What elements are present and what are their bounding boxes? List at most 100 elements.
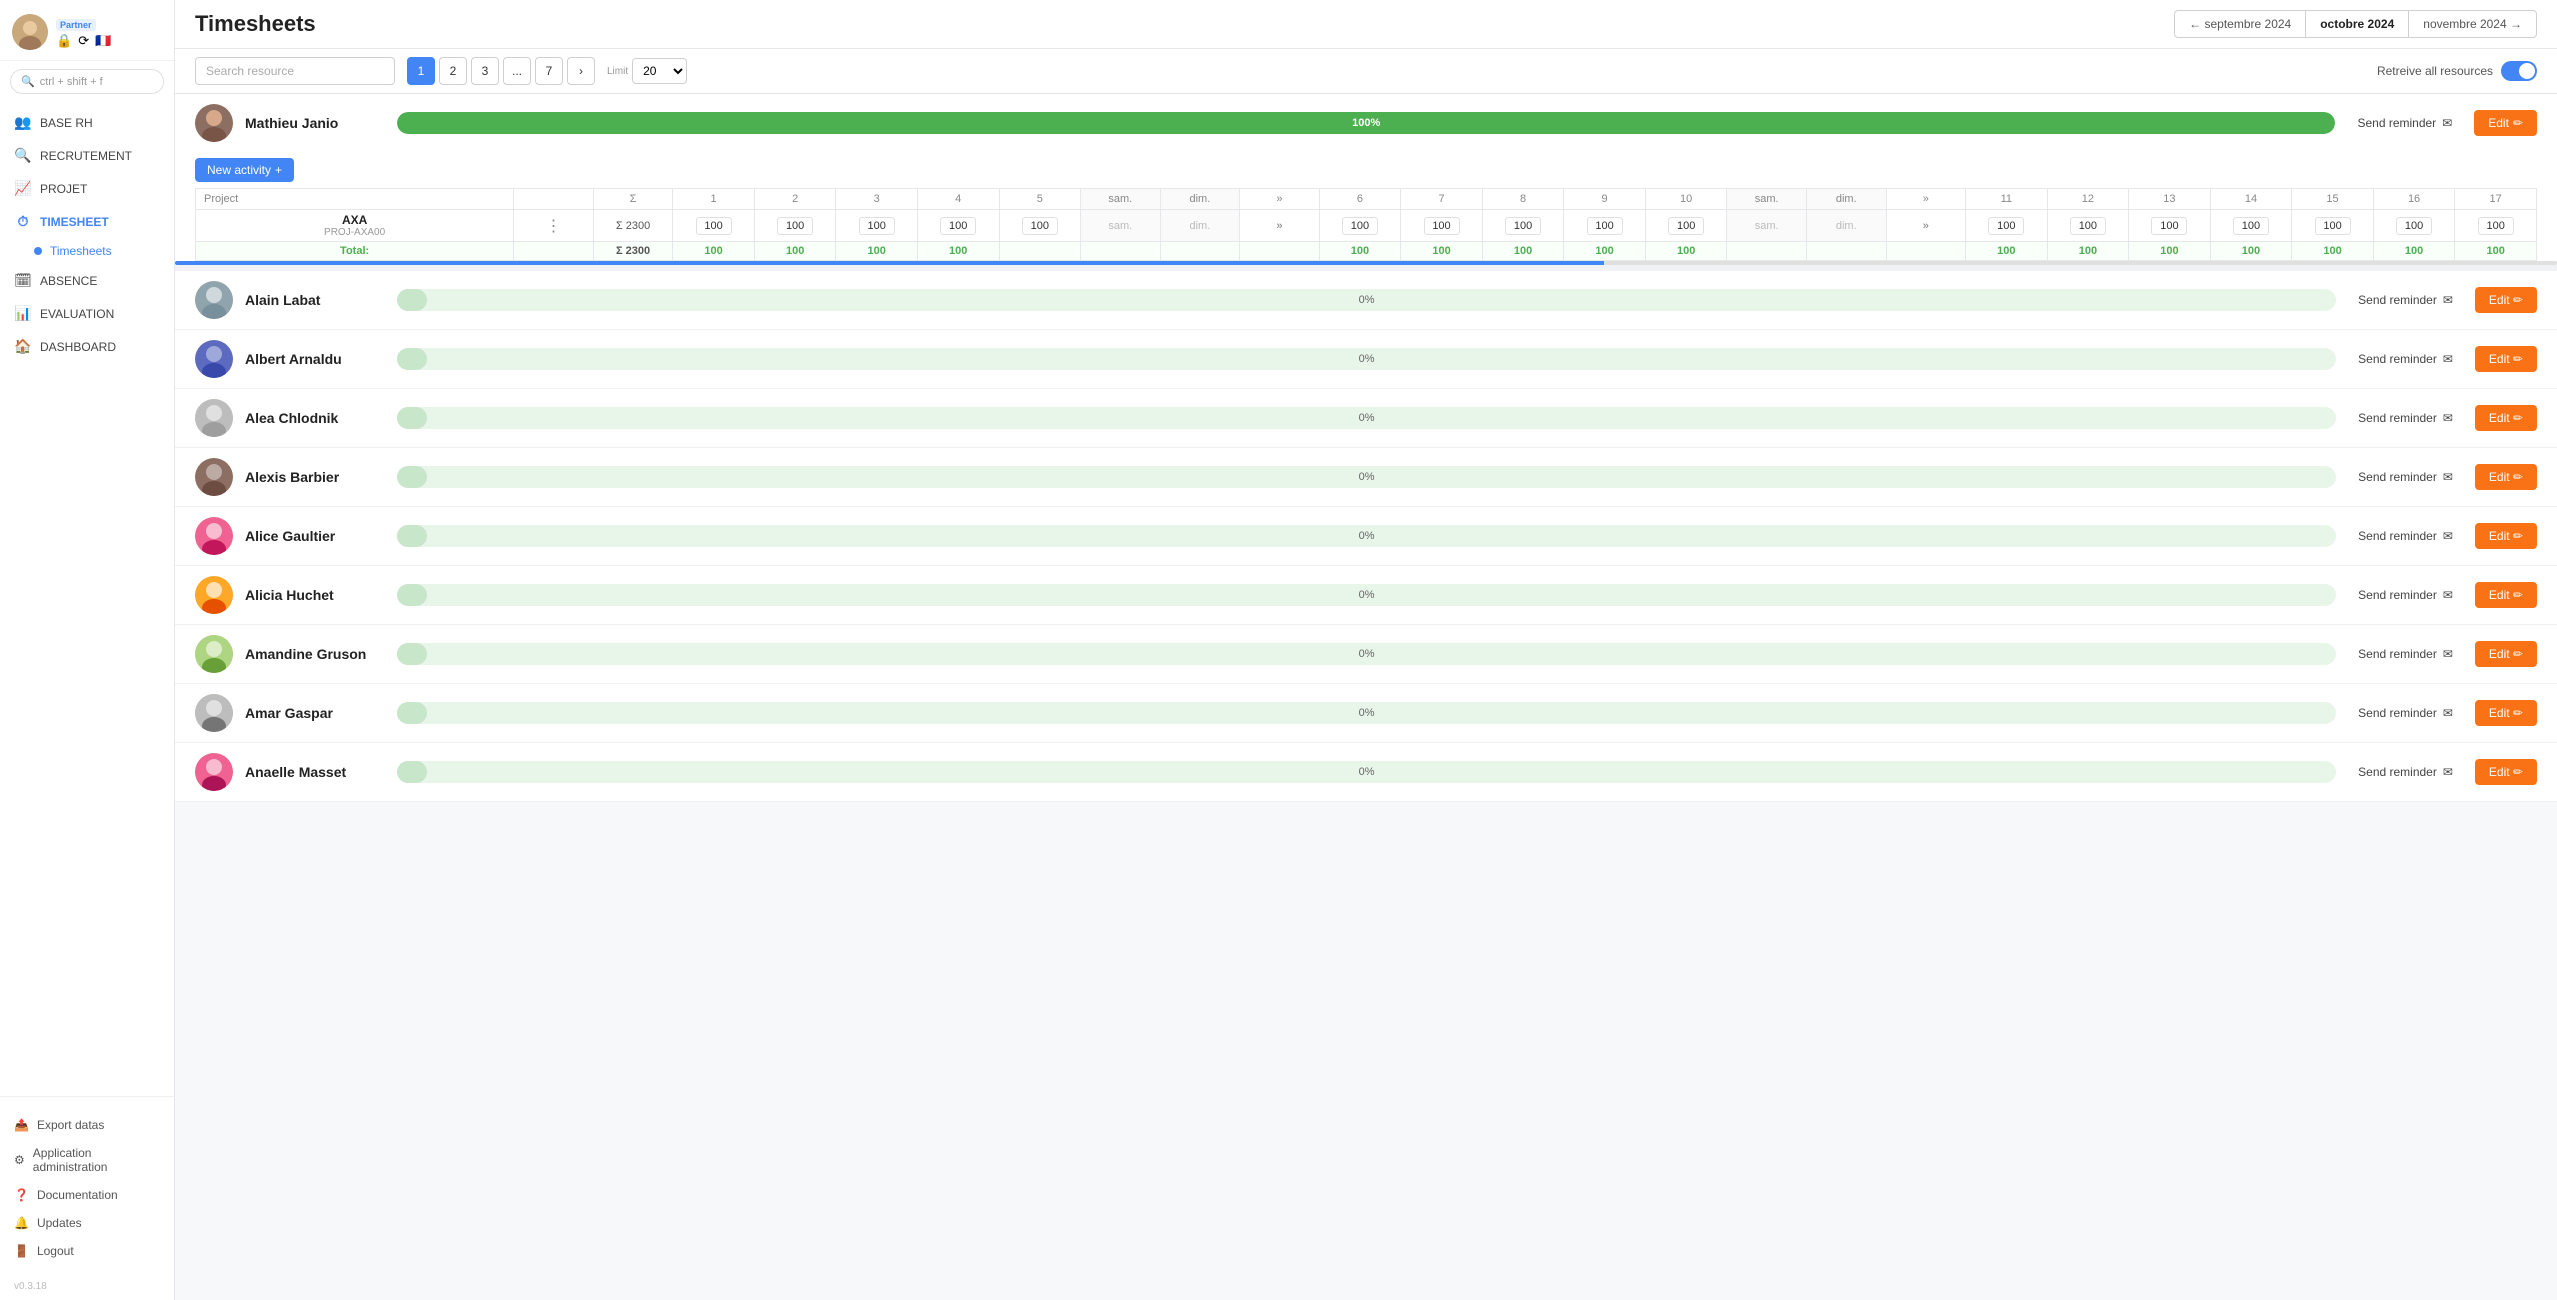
page-btn-3[interactable]: 3: [471, 57, 499, 85]
day-11[interactable]: [1966, 210, 2048, 242]
sidebar-item-base-rh[interactable]: 👥 BASE RH: [0, 106, 174, 139]
retrieve-toggle[interactable]: [2501, 61, 2537, 81]
time-input-16[interactable]: [2396, 217, 2432, 235]
day-4[interactable]: [917, 210, 999, 242]
page-btn-7[interactable]: 7: [535, 57, 563, 85]
send-reminder-amar[interactable]: Send reminder ✉: [2348, 700, 2463, 726]
sidebar-item-absence[interactable]: 🗓 ABSENCE: [0, 264, 174, 297]
day-2[interactable]: [754, 210, 836, 242]
sidebar-item-timesheet[interactable]: ⏱ TIMESHEET: [0, 205, 174, 238]
plus-icon: +: [275, 163, 282, 177]
timesheet-grid: Project Σ 1 2 3 4 5 sam. dim. » 6: [175, 188, 2557, 261]
send-reminder-alain[interactable]: Send reminder ✉: [2348, 287, 2463, 313]
time-input-7[interactable]: [1424, 217, 1460, 235]
sidebar-item-logout[interactable]: 🚪 Logout: [0, 1237, 174, 1265]
day-9[interactable]: [1564, 210, 1646, 242]
time-input-11[interactable]: [1988, 217, 2024, 235]
day-15[interactable]: [2292, 210, 2374, 242]
menu-dots-icon[interactable]: ⋮: [539, 218, 567, 235]
day-12[interactable]: [2047, 210, 2129, 242]
time-input-5[interactable]: [1022, 217, 1058, 235]
time-input-14[interactable]: [2233, 217, 2269, 235]
sidebar-item-label: EVALUATION: [40, 307, 114, 321]
avatar-alice: [195, 517, 233, 555]
sidebar-item-projet[interactable]: 📈 PROJET: [0, 172, 174, 205]
day-10[interactable]: [1645, 210, 1727, 242]
send-reminder-anaelle[interactable]: Send reminder ✉: [2348, 759, 2463, 785]
sidebar-item-evaluation[interactable]: 📊 EVALUATION: [0, 297, 174, 330]
flag-icon: 🇫🇷: [95, 33, 111, 49]
progress-alexis: 0%: [397, 466, 2336, 488]
sidebar-item-updates[interactable]: 🔔 Updates: [0, 1209, 174, 1237]
day-8[interactable]: [1482, 210, 1564, 242]
sidebar-item-export[interactable]: 📤 Export datas: [0, 1111, 174, 1139]
sidebar-item-dashboard[interactable]: 🏠 DASHBOARD: [0, 330, 174, 363]
mail-icon: ✉: [2443, 647, 2453, 661]
send-reminder-alice[interactable]: Send reminder ✉: [2348, 523, 2463, 549]
edit-anaelle[interactable]: Edit ✏: [2475, 759, 2537, 785]
edit-btn-mathieu[interactable]: Edit ✏: [2474, 110, 2537, 136]
search-input[interactable]: [195, 57, 395, 85]
sidebar-item-recrutement[interactable]: 🔍 RECRUTEMENT: [0, 139, 174, 172]
current-month-btn[interactable]: octobre 2024: [2306, 10, 2408, 38]
day-5[interactable]: [999, 210, 1081, 242]
name-alice: Alice Gaultier: [245, 528, 385, 544]
edit-alicia[interactable]: Edit ✏: [2475, 582, 2537, 608]
send-reminder-btn-mathieu[interactable]: Send reminder ✉: [2347, 110, 2462, 136]
time-input-10[interactable]: [1668, 217, 1704, 235]
edit-amar[interactable]: Edit ✏: [2475, 700, 2537, 726]
avatar-alicia: [195, 576, 233, 614]
next-month-btn[interactable]: novembre 2024 →: [2408, 10, 2537, 38]
edit-alain[interactable]: Edit ✏: [2475, 287, 2537, 313]
new-activity-btn[interactable]: New activity +: [195, 158, 294, 182]
day-1[interactable]: [673, 210, 755, 242]
scroll-indicator: [175, 261, 2557, 265]
time-input-17[interactable]: [2478, 217, 2514, 235]
prev-month-btn[interactable]: ← septembre 2024: [2174, 10, 2306, 38]
day-14[interactable]: [2210, 210, 2292, 242]
time-input-12[interactable]: [2070, 217, 2106, 235]
edit-alea[interactable]: Edit ✏: [2475, 405, 2537, 431]
day-6[interactable]: [1319, 210, 1401, 242]
send-reminder-albert[interactable]: Send reminder ✉: [2348, 346, 2463, 372]
page-btn-1[interactable]: 1: [407, 57, 435, 85]
total-9: 100: [1564, 242, 1646, 261]
send-reminder-alicia[interactable]: Send reminder ✉: [2348, 582, 2463, 608]
sidebar-item-app-admin[interactable]: ⚙ Application administration: [0, 1139, 174, 1181]
edit-alexis[interactable]: Edit ✏: [2475, 464, 2537, 490]
proj-name: AXA: [198, 213, 511, 227]
docs-label: Documentation: [37, 1188, 118, 1202]
time-input-1[interactable]: [696, 217, 732, 235]
col-arrow1: »: [1240, 189, 1320, 210]
send-reminder-amandine[interactable]: Send reminder ✉: [2348, 641, 2463, 667]
time-input-8[interactable]: [1505, 217, 1541, 235]
day-3[interactable]: [836, 210, 918, 242]
sidebar-item-timesheets[interactable]: Timesheets: [0, 238, 174, 264]
edit-alice[interactable]: Edit ✏: [2475, 523, 2537, 549]
day-13[interactable]: [2129, 210, 2211, 242]
dashboard-icon: 🏠: [14, 338, 32, 355]
sidebar-item-documentation[interactable]: ❓ Documentation: [0, 1181, 174, 1209]
time-input-6[interactable]: [1342, 217, 1378, 235]
day-16[interactable]: [2373, 210, 2455, 242]
page-btn-2[interactable]: 2: [439, 57, 467, 85]
menu-dots-cell[interactable]: ⋮: [514, 210, 594, 242]
time-input-9[interactable]: [1587, 217, 1623, 235]
limit-select[interactable]: 20 50 100: [632, 58, 687, 84]
time-input-15[interactable]: [2315, 217, 2351, 235]
day-17[interactable]: [2455, 210, 2537, 242]
page-btn-next[interactable]: ›: [567, 57, 595, 85]
edit-albert[interactable]: Edit ✏: [2475, 346, 2537, 372]
send-reminder-alexis[interactable]: Send reminder ✉: [2348, 464, 2463, 490]
time-input-3[interactable]: [859, 217, 895, 235]
edit-amandine[interactable]: Edit ✏: [2475, 641, 2537, 667]
time-input-4[interactable]: [940, 217, 976, 235]
sidebar-search[interactable]: 🔍 ctrl + shift + f: [10, 69, 164, 94]
time-input-2[interactable]: [777, 217, 813, 235]
page-btn-ellipsis[interactable]: ...: [503, 57, 531, 85]
send-reminder-alea[interactable]: Send reminder ✉: [2348, 405, 2463, 431]
total-8: 100: [1482, 242, 1564, 261]
day-7[interactable]: [1401, 210, 1483, 242]
time-input-13[interactable]: [2151, 217, 2187, 235]
logout-icon: 🚪: [14, 1244, 29, 1258]
